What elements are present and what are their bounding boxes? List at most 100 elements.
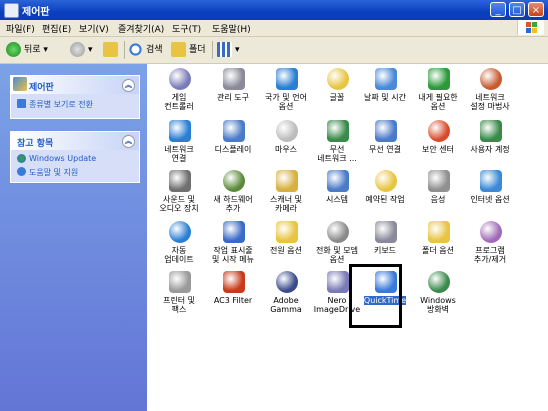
control-panel-item[interactable]: 프린터 및 팩스 (149, 269, 209, 331)
control-panel-panel-header[interactable]: 제어판 ︽ (11, 76, 139, 94)
back-arrow-icon (6, 42, 21, 57)
item-label: 디스플레이 (214, 145, 252, 154)
item-label: 자동 업데이트 (164, 246, 194, 264)
windows-logo-icon (517, 20, 544, 35)
adobe-gamma-icon (276, 271, 298, 293)
keyboard-icon (375, 221, 397, 243)
item-label: 내게 필요한 옵션 (418, 93, 458, 111)
display-icon (223, 120, 245, 142)
close-button[interactable]: × (528, 2, 544, 17)
sound-icon (169, 170, 191, 192)
item-label: AC3 Filter (213, 296, 253, 305)
item-label: Windows 방화벽 (420, 296, 456, 314)
search-icon (128, 42, 143, 57)
item-label: 사용자 계정 (470, 145, 510, 154)
title-bar: 제어판 _ □ × (0, 0, 548, 20)
item-label: 새 하드웨어 추가 (213, 195, 253, 213)
scheduled-tasks-icon (375, 170, 397, 192)
item-label: 프로그램 추가/제거 (473, 246, 507, 264)
collapse-icon[interactable]: ︽ (122, 79, 135, 92)
toolbar-separator (212, 41, 213, 59)
forward-arrow-icon (70, 42, 85, 57)
item-label: 인터넷 옵션 (470, 195, 510, 204)
taskbar-icon (223, 221, 245, 243)
game-controller-icon (169, 68, 191, 90)
task-pane: 제어판 ︽ 종류별 보기로 전환 참고 항목 ︽ Windows Update … (0, 64, 147, 411)
item-label: 작업 표시줄 및 시작 메뉴 (212, 246, 254, 264)
switch-category-view-link[interactable]: 종류별 보기로 전환 (11, 98, 139, 111)
globe-icon (276, 68, 298, 90)
item-label: 사운드 및 오디오 장치 (159, 195, 199, 213)
item-label: 음성 (430, 195, 446, 204)
folder-icon (171, 42, 186, 57)
accessibility-icon (428, 68, 450, 90)
network-setup-icon (480, 68, 502, 90)
back-button[interactable]: 뒤로 ▾ (6, 41, 48, 59)
automatic-updates-icon (169, 221, 191, 243)
item-label: 네트워크 설정 마법사 (470, 93, 510, 111)
item-label: 무선 연결 (369, 145, 401, 154)
menu-bar: 파일(F) 편집(E) 보기(V) 즐겨찾기(A) 도구(T) 도움말(H) (0, 20, 548, 37)
minimize-button[interactable]: _ (490, 2, 506, 17)
speech-icon (428, 170, 450, 192)
windows-firewall-icon (428, 271, 450, 293)
add-remove-programs-icon (480, 221, 502, 243)
item-label: 날짜 및 시간 (364, 93, 406, 102)
admin-tools-icon (223, 68, 245, 90)
add-hardware-icon (223, 170, 245, 192)
nero-imagedrive-icon (327, 271, 349, 293)
wireless-link-icon (375, 120, 397, 142)
highlight-box (349, 264, 402, 328)
search-button[interactable]: 검색 (128, 41, 163, 59)
internet-options-icon (480, 170, 502, 192)
help-icon (17, 167, 26, 176)
item-label: 프린터 및 팩스 (163, 296, 195, 314)
collapse-icon[interactable]: ︽ (122, 135, 135, 148)
item-label: 게임 컨트롤러 (164, 93, 194, 111)
windows-update-icon (17, 154, 26, 163)
phone-modem-icon (327, 221, 349, 243)
control-panel-items: 게임 컨트롤러 관리 도구 국가 및 언어 옵션 글꼴 날짜 및 시간 내게 필요한 옵션… (147, 64, 548, 411)
see-also-panel-header[interactable]: 참고 항목 ︽ (11, 132, 139, 150)
item-label: 예약된 작업 (365, 195, 405, 204)
security-center-icon (428, 120, 450, 142)
category-view-icon (17, 99, 26, 108)
control-panel-item[interactable]: AC3 Filter (203, 269, 263, 331)
windows-update-link[interactable]: Windows Update (11, 153, 139, 166)
toolbar: 뒤로 ▾ ▾ 검색 폴더 ▾ (0, 37, 548, 64)
help-support-link[interactable]: 도움말 및 지원 (11, 166, 139, 179)
menu-favorites[interactable]: 즐겨찾기(A) (118, 22, 164, 35)
user-accounts-icon (480, 120, 502, 142)
maximize-button[interactable]: □ (509, 2, 525, 17)
menu-help[interactable]: 도움말(H) (212, 22, 251, 35)
menu-file[interactable]: 파일(F) (6, 22, 35, 35)
views-icon (217, 42, 232, 57)
control-panel-item[interactable]: Windows 방화벽 (408, 269, 468, 331)
menu-edit[interactable]: 편집(E) (42, 22, 71, 35)
window-title: 제어판 (22, 7, 50, 18)
item-label: 보안 센터 (422, 145, 454, 154)
mouse-icon (276, 120, 298, 142)
views-button[interactable]: ▾ (217, 41, 240, 59)
fonts-folder-icon (327, 68, 349, 90)
scanner-camera-icon (276, 170, 298, 192)
wireless-network-icon (327, 120, 349, 142)
control-panel-panel: 제어판 ︽ 종류별 보기로 전환 (10, 75, 140, 119)
control-panel-small-icon (13, 77, 27, 91)
item-label: 폴더 옵션 (422, 246, 454, 255)
item-label: 네트워크 연결 (164, 145, 194, 163)
control-panel-item[interactable]: 프로그램 추가/제거 (460, 219, 520, 281)
network-connections-icon (169, 120, 191, 142)
up-folder-button[interactable] (103, 41, 121, 59)
forward-button[interactable]: ▾ (70, 41, 93, 59)
clock-icon (375, 68, 397, 90)
folders-button[interactable]: 폴더 (171, 41, 206, 59)
up-folder-icon (103, 42, 118, 57)
menu-view[interactable]: 보기(V) (79, 22, 109, 35)
folder-options-icon (428, 221, 450, 243)
menu-tools[interactable]: 도구(T) (172, 22, 201, 35)
ac3-filter-icon (223, 271, 245, 293)
toolbar-separator (124, 41, 125, 59)
control-panel-icon (4, 3, 19, 18)
printers-faxes-icon (169, 271, 191, 293)
